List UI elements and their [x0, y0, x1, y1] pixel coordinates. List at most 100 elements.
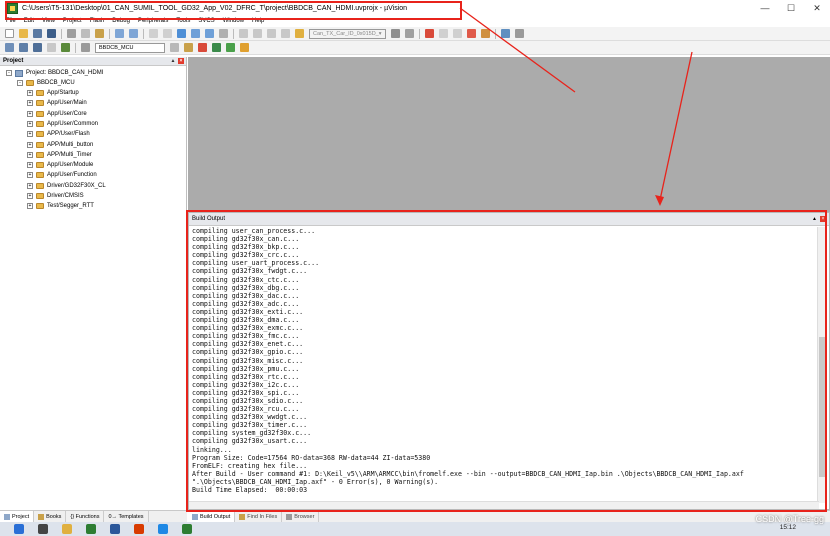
comment-icon[interactable]: [267, 29, 276, 38]
tree-group[interactable]: + APP/Multi_Timer: [27, 150, 92, 160]
file-extensions-icon[interactable]: [184, 43, 193, 52]
undo-icon[interactable]: [115, 29, 124, 38]
paste-icon[interactable]: [95, 29, 104, 38]
horizontal-scrollbar[interactable]: [189, 501, 819, 509]
tab-browser[interactable]: Browser: [282, 511, 320, 522]
download-icon[interactable]: [61, 43, 70, 52]
batch-build-icon[interactable]: [47, 43, 56, 52]
tree-group[interactable]: + App/User/Main: [27, 98, 87, 108]
find-icon[interactable]: [404, 29, 414, 38]
editor-area[interactable]: [188, 57, 830, 212]
close-panel-icon[interactable]: ×: [178, 58, 184, 64]
menu-window[interactable]: Window: [223, 18, 244, 24]
excel-icon[interactable]: [86, 524, 96, 534]
tree-group[interactable]: + Test/Segger_RTT: [27, 201, 94, 211]
build-output-text[interactable]: compiling user_can_process.c... compiling…: [192, 227, 800, 503]
minimize-button[interactable]: —: [752, 0, 778, 16]
expand-icon[interactable]: +: [27, 90, 33, 96]
tab-templates[interactable]: 0→ Templates: [104, 511, 149, 522]
build-icon[interactable]: [19, 43, 28, 52]
manage-components-icon[interactable]: [198, 43, 207, 52]
target-select[interactable]: BBDCB_MCU: [95, 42, 165, 53]
tab-build-output[interactable]: Build Output: [188, 511, 236, 522]
save-all-icon[interactable]: [47, 29, 56, 38]
rebuild-icon[interactable]: [33, 43, 42, 52]
find-combo[interactable]: Can_TX_Car_ID_0x015D_▾: [309, 28, 386, 39]
target-options-icon[interactable]: [81, 43, 90, 52]
copy-icon[interactable]: [81, 29, 90, 38]
close-panel-icon[interactable]: ×: [820, 216, 826, 222]
pin-icon[interactable]: ▲: [170, 58, 176, 64]
scrollbar-thumb[interactable]: [819, 337, 826, 477]
clock[interactable]: 15:12: [780, 524, 796, 531]
tree-group[interactable]: + App/User/Module: [27, 160, 93, 170]
pin-icon[interactable]: ▲: [812, 216, 817, 222]
collapse-icon[interactable]: -: [6, 70, 12, 76]
menu-tools[interactable]: Tools: [176, 18, 190, 24]
open-file-icon[interactable]: [19, 29, 28, 38]
explorer-icon[interactable]: [62, 524, 72, 534]
start-icon[interactable]: [14, 524, 24, 534]
save-icon[interactable]: [33, 29, 42, 38]
expand-icon[interactable]: +: [27, 193, 33, 199]
navigate-back-icon[interactable]: [149, 29, 158, 38]
tree-group[interactable]: + App/User/Function: [27, 170, 97, 180]
expand-icon[interactable]: +: [27, 151, 33, 158]
task-view-icon[interactable]: [38, 524, 48, 534]
tree-group[interactable]: + APP/User/Flash: [27, 129, 90, 139]
menu-edit[interactable]: Edit: [24, 18, 34, 24]
expand-icon[interactable]: +: [27, 131, 33, 138]
breakpoint-icon[interactable]: [438, 29, 448, 38]
app-icon[interactable]: [134, 524, 144, 534]
select-packs-icon[interactable]: [212, 43, 221, 52]
configure-icon[interactable]: [480, 29, 490, 38]
tab-project[interactable]: Project: [0, 511, 35, 522]
find-in-files-icon[interactable]: [295, 29, 304, 38]
wrench-icon[interactable]: [514, 29, 524, 38]
redo-icon[interactable]: [129, 29, 138, 38]
tree-group[interactable]: + Driver/CMSIS: [27, 191, 84, 201]
expand-icon[interactable]: +: [27, 162, 33, 169]
vertical-scrollbar[interactable]: [817, 227, 827, 503]
expand-icon[interactable]: +: [27, 203, 33, 210]
menu-svcs[interactable]: SVCS: [198, 18, 214, 24]
expand-icon[interactable]: +: [27, 182, 33, 189]
new-file-icon[interactable]: [5, 29, 14, 38]
menu-project[interactable]: Project: [63, 18, 82, 24]
tree-group[interactable]: + App/Startup: [27, 88, 79, 98]
expand-icon[interactable]: +: [27, 120, 33, 127]
expand-icon[interactable]: +: [27, 172, 33, 179]
expand-icon[interactable]: +: [27, 110, 33, 117]
menu-flash[interactable]: Flash: [90, 18, 105, 24]
tab-find-in-files[interactable]: Find In Files: [235, 511, 283, 522]
menu-peripherals[interactable]: Peripherals: [138, 18, 168, 24]
tab-books[interactable]: Books: [34, 511, 67, 522]
collapse-icon[interactable]: -: [17, 80, 23, 86]
maximize-button[interactable]: ☐: [778, 0, 804, 16]
word-icon[interactable]: [110, 524, 120, 534]
rte-icon[interactable]: [226, 43, 235, 52]
menu-view[interactable]: View: [42, 18, 55, 24]
unindent-icon[interactable]: [253, 29, 262, 38]
debug-session-icon[interactable]: [424, 29, 434, 38]
window-layout-icon[interactable]: [500, 29, 510, 38]
kill-breakpoints-icon[interactable]: [466, 29, 476, 38]
bookmark-icon[interactable]: [177, 29, 186, 38]
pack-installer-icon[interactable]: [240, 43, 249, 52]
close-button[interactable]: ✕: [804, 0, 830, 16]
expand-icon[interactable]: +: [27, 100, 33, 107]
menu-file[interactable]: File: [6, 18, 16, 24]
tree-group[interactable]: + Driver/GD32F30X_CL: [27, 181, 106, 191]
uvision-taskbar-icon[interactable]: [182, 524, 192, 534]
tree-group[interactable]: + App/User/Common: [27, 119, 98, 129]
clear-bookmarks-icon[interactable]: [219, 29, 228, 38]
menu-help[interactable]: Help: [252, 18, 264, 24]
cut-icon[interactable]: [67, 29, 76, 38]
next-bookmark-icon[interactable]: [205, 29, 214, 38]
browser-icon[interactable]: [158, 524, 168, 534]
indent-icon[interactable]: [239, 29, 248, 38]
translate-icon[interactable]: [5, 43, 14, 52]
navigate-forward-icon[interactable]: [163, 29, 172, 38]
prev-bookmark-icon[interactable]: [191, 29, 200, 38]
tree-project-root[interactable]: - Project: BBDCB_CAN_HDMI: [6, 68, 103, 78]
